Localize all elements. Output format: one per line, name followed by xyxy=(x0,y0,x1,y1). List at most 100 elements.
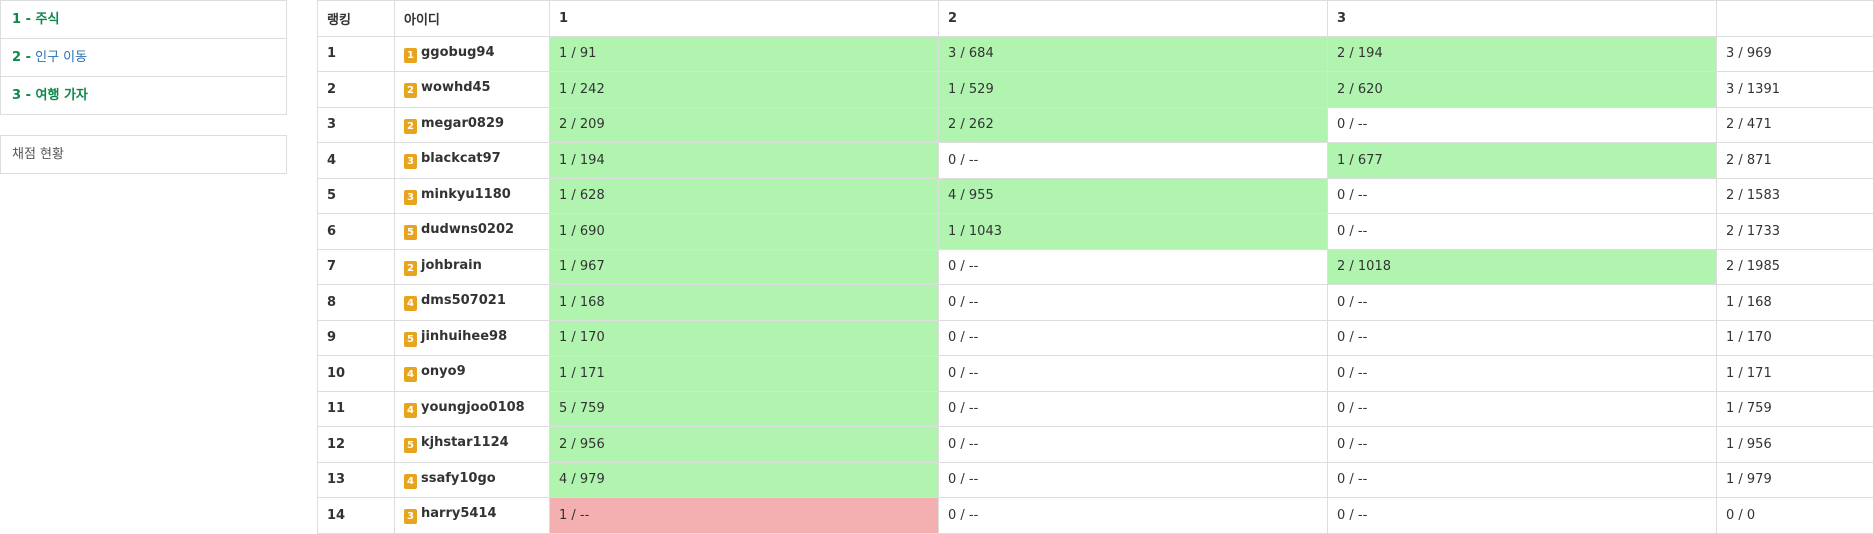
rank-cell: 8 xyxy=(317,284,395,321)
total-cell: 1 / 168 xyxy=(1716,284,1873,321)
shield-rank-icon: 1 xyxy=(404,47,417,63)
problem-2-result: 0 / -- xyxy=(938,390,1328,427)
problem-1-result: 1 / 194 xyxy=(549,142,939,179)
problem-2-result: 0 / -- xyxy=(938,461,1328,498)
problem-1-result: 1 / 967 xyxy=(549,248,939,285)
problem-2-result: 1 / 1043 xyxy=(938,213,1328,250)
problem-3-result: 0 / -- xyxy=(1327,461,1717,498)
total-cell: 1 / 171 xyxy=(1716,355,1873,392)
header-problem-3[interactable]: 3 xyxy=(1327,0,1717,37)
rank-cell: 10 xyxy=(317,355,395,392)
problem-title: 여행 가자 xyxy=(35,88,88,103)
problem-3-result: 0 / -- xyxy=(1327,355,1717,392)
shield-rank-icon: 3 xyxy=(404,154,417,170)
rank-cell: 7 xyxy=(317,248,395,285)
shield-rank-icon: 2 xyxy=(404,118,417,134)
user-id[interactable]: kjhstar1124 xyxy=(421,435,509,450)
problem-link-1[interactable]: 1 - 주식 xyxy=(1,1,286,38)
user-cell: 5 dudwns0202 xyxy=(394,213,550,250)
problem-3-result: 0 / -- xyxy=(1327,106,1717,143)
problem-1-result: 1 / -- xyxy=(549,497,939,534)
user-id[interactable]: jinhuihee98 xyxy=(421,329,507,344)
user-cell: 4 ssafy10go xyxy=(394,461,550,498)
shield-rank-icon: 4 xyxy=(404,402,417,418)
problem-number: 2 - xyxy=(12,50,31,65)
problem-3-result: 2 / 620 xyxy=(1327,71,1717,108)
user-id[interactable]: johbrain xyxy=(421,258,482,273)
shield-rank-icon: 2 xyxy=(404,83,417,99)
total-cell: 1 / 170 xyxy=(1716,319,1873,356)
rank-cell: 6 xyxy=(317,213,395,250)
header-problem-1[interactable]: 1 xyxy=(549,0,939,37)
rank-cell: 12 xyxy=(317,426,395,463)
shield-rank-icon: 5 xyxy=(404,331,417,347)
problem-3-result: 2 / 194 xyxy=(1327,35,1717,72)
total-cell: 1 / 759 xyxy=(1716,390,1873,427)
problem-list: 1 - 주식 2 - 인구 이동 3 - 여행 가자 xyxy=(0,0,287,115)
problem-1-result: 1 / 628 xyxy=(549,177,939,214)
problem-1-result: 1 / 91 xyxy=(549,35,939,72)
user-cell: 3 blackcat97 xyxy=(394,142,550,179)
table-row: 1 1 ggobug94 1 / 91 3 / 684 2 / 194 3 / 969 xyxy=(317,35,1873,72)
user-id[interactable]: dms507021 xyxy=(421,293,506,308)
rank-cell: 13 xyxy=(317,461,395,498)
shield-rank-icon: 4 xyxy=(404,367,417,383)
problem-3-result: 1 / 677 xyxy=(1327,142,1717,179)
rank-cell: 3 xyxy=(317,106,395,143)
user-cell: 4 dms507021 xyxy=(394,284,550,321)
user-id[interactable]: megar0829 xyxy=(421,116,504,131)
table-row: 13 4 ssafy10go 4 / 979 0 / -- 0 / -- 1 / 979 xyxy=(317,461,1873,498)
total-cell: 2 / 471 xyxy=(1716,106,1873,143)
problem-1-result: 4 / 979 xyxy=(549,461,939,498)
user-id[interactable]: wowhd45 xyxy=(421,80,491,95)
shield-rank-icon: 4 xyxy=(404,296,417,312)
problem-link-3[interactable]: 3 - 여행 가자 xyxy=(1,76,286,114)
table-row: 14 3 harry5414 1 / -- 0 / -- 0 / -- 0 / 0 xyxy=(317,497,1873,534)
total-cell: 3 / 969 xyxy=(1716,35,1873,72)
rank-cell: 11 xyxy=(317,390,395,427)
user-cell: 4 onyo9 xyxy=(394,355,550,392)
problem-2-result: 2 / 262 xyxy=(938,106,1328,143)
user-id[interactable]: youngjoo0108 xyxy=(421,400,525,415)
problem-3-result: 0 / -- xyxy=(1327,390,1717,427)
rank-cell: 2 xyxy=(317,71,395,108)
user-cell: 2 johbrain xyxy=(394,248,550,285)
user-id[interactable]: onyo9 xyxy=(421,364,466,379)
problem-number: 1 - xyxy=(12,12,31,27)
header-problem-2[interactable]: 2 xyxy=(938,0,1328,37)
scoreboard-header-row: 랭킹 아이디 1 2 3 xyxy=(317,0,1873,37)
problem-2-result: 0 / -- xyxy=(938,355,1328,392)
total-cell: 1 / 979 xyxy=(1716,461,1873,498)
total-cell: 2 / 1583 xyxy=(1716,177,1873,214)
table-row: 5 3 minkyu1180 1 / 628 4 / 955 0 / -- 2 / 1583 xyxy=(317,177,1873,214)
user-cell: 2 wowhd45 xyxy=(394,71,550,108)
scoreboard-table: 랭킹 아이디 1 2 3 1 1 ggobug94 1 / 91 3 / 684 2 / … xyxy=(317,0,1873,534)
problem-link-2[interactable]: 2 - 인구 이동 xyxy=(1,38,286,76)
user-cell: 5 jinhuihee98 xyxy=(394,319,550,356)
user-id[interactable]: harry5414 xyxy=(421,506,497,521)
table-row: 12 5 kjhstar1124 2 / 956 0 / -- 0 / -- 1 / 956 xyxy=(317,426,1873,463)
problem-2-result: 0 / -- xyxy=(938,319,1328,356)
problem-1-result: 1 / 171 xyxy=(549,355,939,392)
problem-1-result: 1 / 170 xyxy=(549,319,939,356)
shield-rank-icon: 5 xyxy=(404,438,417,454)
grading-status-link[interactable]: 채점 현황 xyxy=(0,135,287,174)
problem-1-result: 1 / 242 xyxy=(549,71,939,108)
user-id[interactable]: ggobug94 xyxy=(421,45,495,60)
rank-cell: 14 xyxy=(317,497,395,534)
user-cell: 2 megar0829 xyxy=(394,106,550,143)
problem-1-result: 1 / 690 xyxy=(549,213,939,250)
table-row: 6 5 dudwns0202 1 / 690 1 / 1043 0 / -- 2 / 173… xyxy=(317,213,1873,250)
problem-3-result: 0 / -- xyxy=(1327,319,1717,356)
user-id[interactable]: dudwns0202 xyxy=(421,222,514,237)
shield-rank-icon: 2 xyxy=(404,260,417,276)
total-cell: 3 / 1391 xyxy=(1716,71,1873,108)
user-id[interactable]: minkyu1180 xyxy=(421,187,511,202)
total-cell: 2 / 871 xyxy=(1716,142,1873,179)
user-id[interactable]: ssafy10go xyxy=(421,471,496,486)
user-cell: 4 youngjoo0108 xyxy=(394,390,550,427)
user-id[interactable]: blackcat97 xyxy=(421,151,501,166)
problem-2-result: 1 / 529 xyxy=(938,71,1328,108)
header-id: 아이디 xyxy=(394,0,550,37)
rank-cell: 4 xyxy=(317,142,395,179)
